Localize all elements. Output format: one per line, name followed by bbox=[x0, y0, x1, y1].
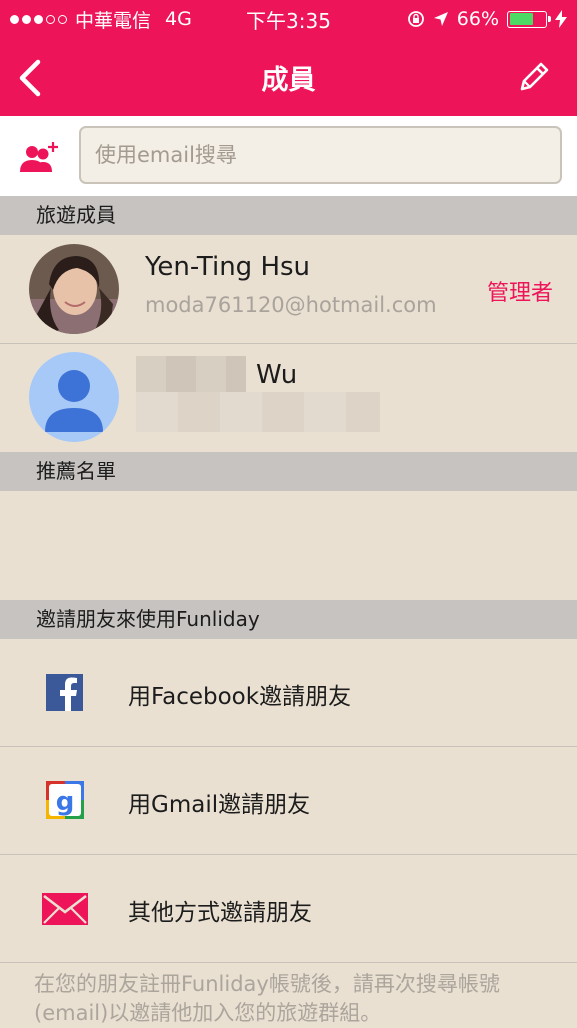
members-section-header: 旅遊成員 bbox=[0, 196, 577, 235]
invite-gmail-button[interactable]: g 用Gmail邀請朋友 bbox=[0, 747, 577, 855]
redacted-name bbox=[136, 356, 246, 396]
search-row bbox=[0, 116, 577, 196]
pencil-icon[interactable] bbox=[517, 60, 551, 94]
invite-label: 用Gmail邀請朋友 bbox=[128, 792, 311, 818]
profile-photo-icon bbox=[29, 244, 119, 334]
network-label: 4G bbox=[165, 8, 192, 30]
member-row[interactable]: Yen-Ting Hsu moda761120@hotmail.com 管理者 bbox=[0, 235, 577, 343]
facebook-icon bbox=[46, 674, 83, 711]
member-name: Wu bbox=[256, 360, 298, 390]
mail-icon bbox=[42, 893, 88, 925]
redacted-email bbox=[136, 392, 380, 432]
invite-other-button[interactable]: 其他方式邀請朋友 bbox=[0, 855, 577, 963]
rotation-lock-icon bbox=[407, 11, 424, 27]
status-time: 下午3:35 bbox=[246, 8, 331, 33]
member-name: Yen-Ting Hsu bbox=[145, 252, 311, 282]
email-search-input[interactable] bbox=[79, 126, 562, 184]
location-arrow-icon bbox=[433, 12, 448, 26]
signal-strength-icon bbox=[10, 14, 67, 24]
status-bar: 中華電信 4G 下午3:35 66% bbox=[0, 0, 577, 38]
member-avatar bbox=[29, 244, 119, 334]
battery-icon bbox=[507, 10, 551, 28]
battery-percent: 66% bbox=[456, 8, 499, 30]
status-right: 66% bbox=[347, 8, 567, 30]
invite-label: 用Facebook邀請朋友 bbox=[128, 684, 352, 710]
add-member-icon[interactable] bbox=[18, 138, 62, 178]
invite-facebook-button[interactable]: 用Facebook邀請朋友 bbox=[0, 639, 577, 747]
carrier-label: 中華電信 bbox=[75, 9, 152, 32]
charging-bolt-icon bbox=[555, 10, 567, 28]
page-title: 成員 bbox=[261, 65, 316, 96]
recommend-section-header: 推薦名單 bbox=[0, 452, 577, 491]
navigation-bar: 成員 bbox=[0, 38, 577, 116]
member-email: moda761120@hotmail.com bbox=[145, 293, 437, 317]
invite-label: 其他方式邀請朋友 bbox=[128, 900, 312, 926]
member-row[interactable]: Wu bbox=[0, 344, 577, 452]
admin-badge: 管理者 bbox=[486, 281, 553, 306]
divider bbox=[0, 962, 577, 963]
svg-text:g: g bbox=[56, 787, 75, 817]
status-left: 中華電信 4G bbox=[10, 6, 230, 33]
invite-section-header: 邀請朋友來使用Funliday bbox=[0, 600, 577, 639]
invite-help-text: 在您的朋友註冊Funliday帳號後，請再次搜尋帳號(email)以邀請他加入您… bbox=[34, 972, 500, 1025]
default-avatar-icon bbox=[29, 352, 119, 442]
google-icon: g bbox=[46, 781, 84, 819]
